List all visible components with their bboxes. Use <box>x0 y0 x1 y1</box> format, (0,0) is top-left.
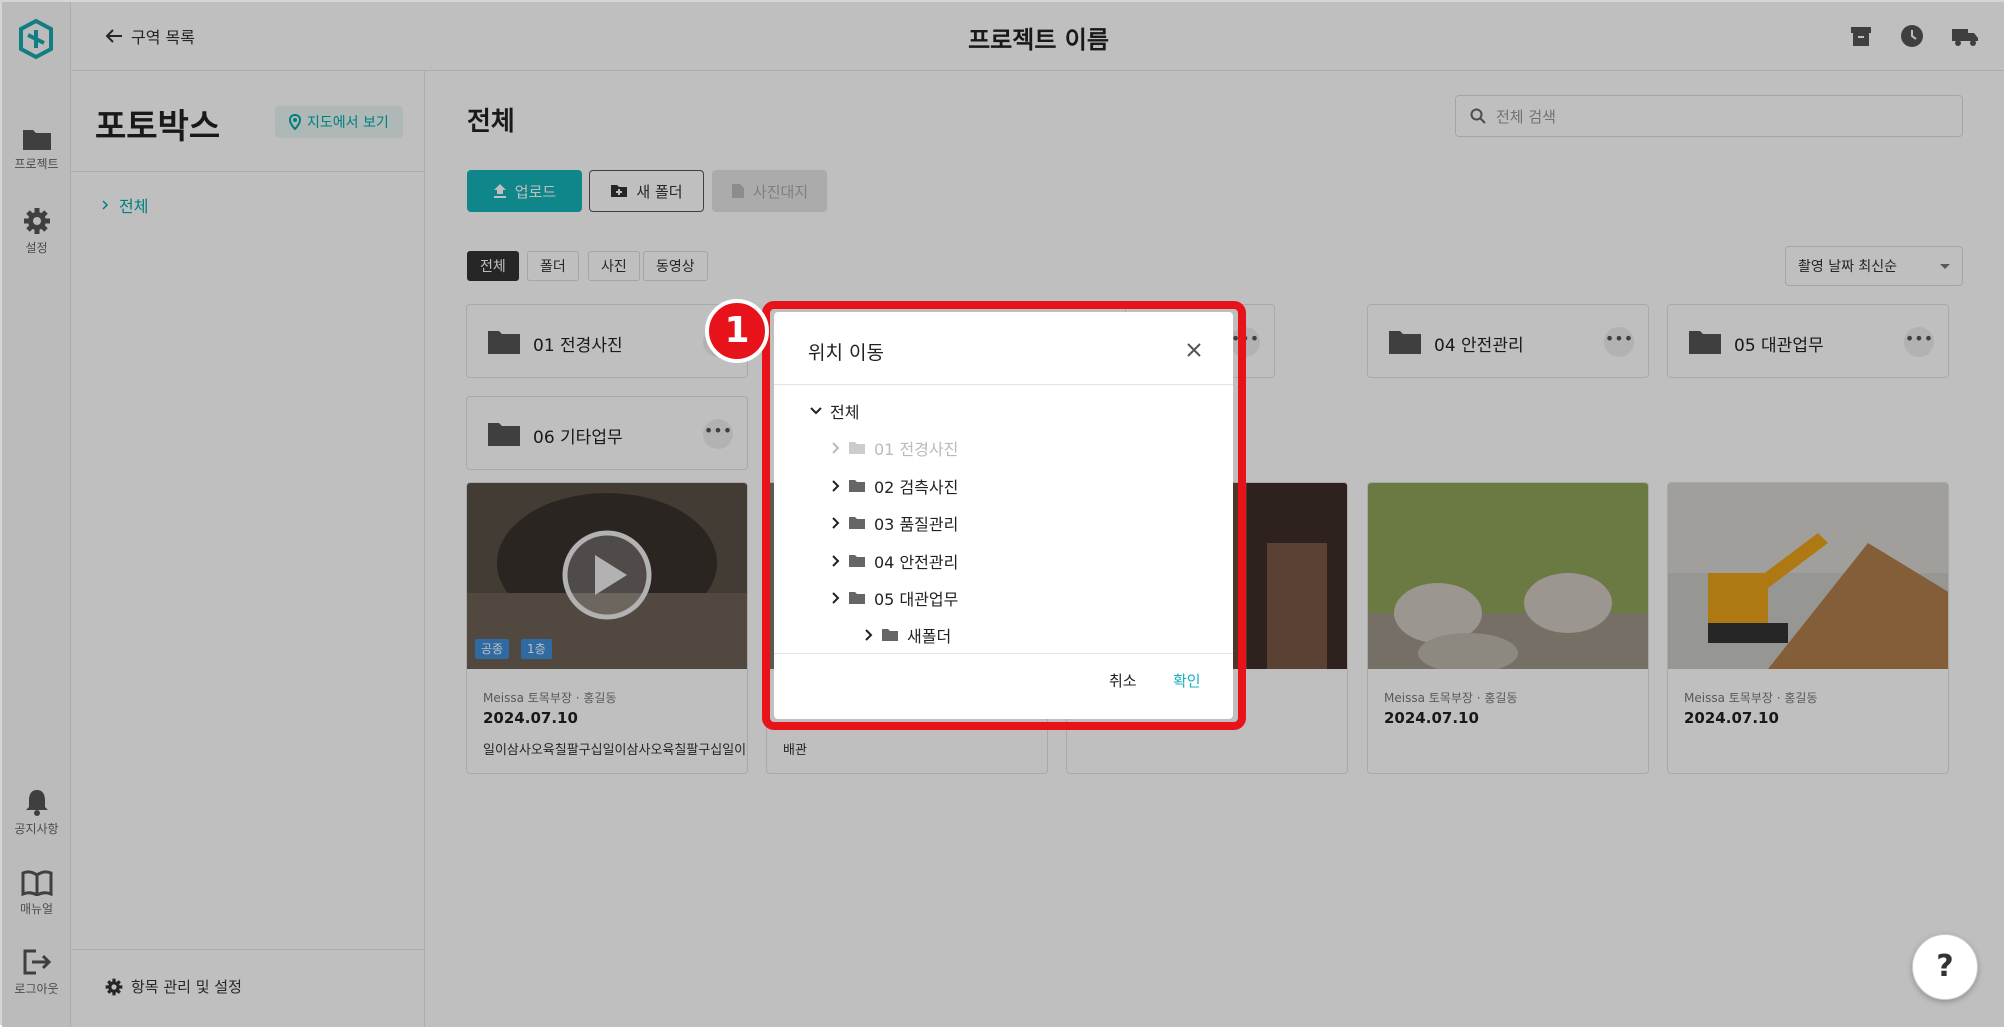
app-window: 프로젝트 설정 공지사항 매뉴얼 로그아웃 구역 목록 프로젝트 이름 포토박스… <box>0 0 2004 1027</box>
step-number-badge: 1 <box>705 299 769 363</box>
highlight-frame <box>762 301 1246 730</box>
help-button[interactable]: ? <box>1912 934 1978 1000</box>
